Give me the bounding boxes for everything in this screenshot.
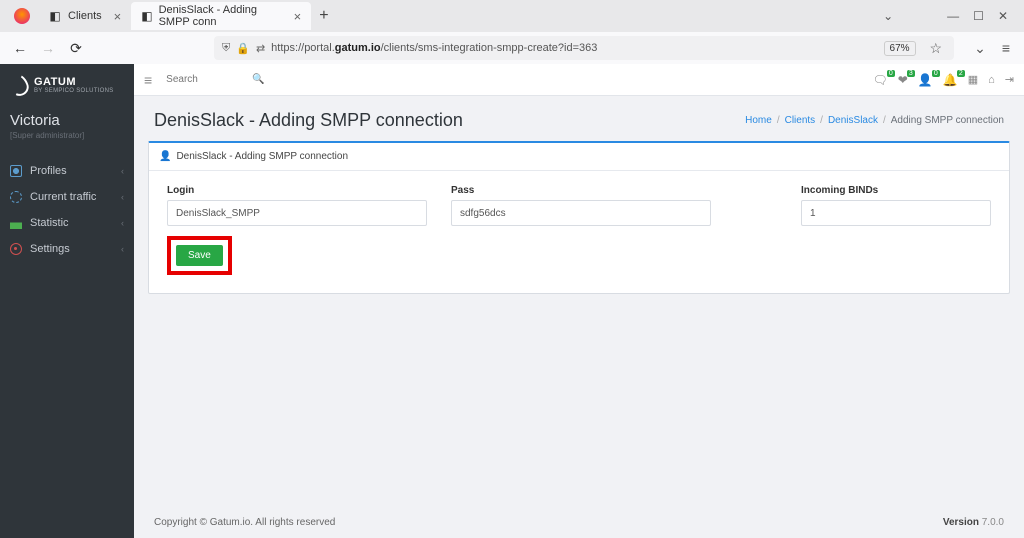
logout-icon[interactable]: ⇥	[1005, 73, 1014, 86]
url-text: https://portal.gatum.io/clients/sms-inte…	[271, 42, 597, 54]
panel-body: Login Pass Incoming BINDs Sa	[149, 171, 1009, 293]
sidebar-item-traffic[interactable]: Current traffic ‹	[0, 184, 134, 210]
version: Version 7.0.0	[943, 517, 1004, 528]
browser-tab-bar: ◧ Clients × ◧ DenisSlack - Adding SMPP c…	[0, 0, 1024, 32]
panel: 👤 DenisSlack - Adding SMPP connection Lo…	[148, 141, 1010, 294]
forward-button: →	[38, 38, 58, 58]
save-highlight: Save	[167, 236, 232, 275]
search-box: 🔍	[160, 71, 270, 88]
notification-icon-d[interactable]: 🔔2	[943, 73, 958, 87]
close-icon[interactable]: ×	[114, 9, 122, 24]
user-role: [Super administrator]	[10, 131, 124, 140]
nav: Profiles ‹ Current traffic ‹ Statistic ‹…	[0, 158, 134, 262]
footer: Copyright © Gatum.io. All rights reserve…	[134, 507, 1024, 538]
crumb-clients[interactable]: Clients	[785, 115, 816, 126]
settings-icon	[10, 243, 22, 255]
menu-toggle-icon[interactable]: ≡	[144, 72, 152, 88]
firefox-icon	[14, 8, 30, 24]
person-icon: 👤	[159, 151, 171, 162]
chevron-left-icon: ‹	[121, 192, 124, 202]
sidebar-item-profiles[interactable]: Profiles ‹	[0, 158, 134, 184]
user-box: Victoria [Super administrator]	[0, 102, 134, 144]
lock-icon: 🔒	[236, 42, 250, 55]
copyright: Copyright © Gatum.io. All rights reserve…	[154, 517, 335, 528]
close-window-button[interactable]: ✕	[998, 9, 1008, 23]
minimize-button[interactable]: —	[947, 9, 959, 23]
menu-icon[interactable]: ≡	[1002, 40, 1010, 56]
save-button[interactable]: Save	[176, 245, 223, 266]
logo: GATUM BY SEMPICO SOLUTIONS	[0, 64, 134, 102]
shield-icon: ⛨	[222, 42, 230, 55]
home-icon[interactable]: ⌂	[988, 74, 995, 86]
page-header: DenisSlack - Adding SMPP connection Home…	[134, 96, 1024, 141]
profiles-icon	[10, 165, 22, 177]
tab-icon: ◧	[48, 9, 62, 23]
binds-input[interactable]	[801, 200, 991, 226]
traffic-icon	[10, 191, 22, 203]
zoom-badge[interactable]: 67%	[884, 41, 916, 56]
tab-label: DenisSlack - Adding SMPP conn	[159, 4, 282, 28]
sidebar-item-settings[interactable]: Settings ‹	[0, 236, 134, 262]
permissions-icon: ⇄	[256, 42, 265, 55]
bookmark-icon[interactable]: ☆	[930, 40, 943, 57]
sidebar: GATUM BY SEMPICO SOLUTIONS Victoria [Sup…	[0, 64, 134, 538]
logo-mark-icon	[7, 72, 31, 99]
notification-icon-c[interactable]: 👤0	[918, 73, 933, 87]
logo-title: GATUM	[34, 76, 114, 88]
sidebar-item-label: Settings	[30, 243, 70, 255]
tab-label: Clients	[68, 10, 102, 22]
search-icon[interactable]: 🔍	[252, 74, 264, 85]
main: ≡ 🔍 🗨0 ❤3 👤0 🔔2 ▦ ⌂ ⇥ DenisSlack - Addi	[134, 64, 1024, 538]
back-button[interactable]: ←	[10, 38, 30, 58]
crumb-sep: /	[883, 115, 886, 126]
pass-input[interactable]	[451, 200, 711, 226]
sidebar-item-label: Current traffic	[30, 191, 96, 203]
page-title: DenisSlack - Adding SMPP connection	[154, 110, 463, 131]
crumb-sep: /	[777, 115, 780, 126]
search-input[interactable]	[166, 74, 246, 85]
chevron-left-icon: ‹	[121, 218, 124, 228]
login-input[interactable]	[167, 200, 427, 226]
chevron-down-icon[interactable]: ⌄	[883, 9, 893, 23]
sidebar-item-statistic[interactable]: Statistic ‹	[0, 210, 134, 236]
panel-title: DenisSlack - Adding SMPP connection	[176, 151, 348, 162]
url-field[interactable]: ⛨ 🔒 ⇄ https://portal.gatum.io/clients/sm…	[214, 36, 954, 60]
reload-button[interactable]: ⟳	[66, 38, 86, 58]
tab-icon: ◧	[141, 9, 152, 23]
grid-icon[interactable]: ▦	[968, 73, 978, 86]
login-label: Login	[167, 185, 427, 196]
maximize-button[interactable]: ☐	[973, 9, 984, 23]
new-tab-button[interactable]: +	[311, 7, 336, 25]
crumb-sep: /	[820, 115, 823, 126]
panel-head: 👤 DenisSlack - Adding SMPP connection	[149, 143, 1009, 171]
crumb-home[interactable]: Home	[745, 115, 772, 126]
notification-icon-a[interactable]: 🗨0	[873, 73, 888, 87]
notification-icon-b[interactable]: ❤3	[898, 73, 908, 87]
sidebar-item-label: Profiles	[30, 165, 67, 177]
close-icon[interactable]: ×	[294, 9, 302, 24]
chevron-left-icon: ‹	[121, 244, 124, 254]
crumb-dennis[interactable]: DenisSlack	[828, 115, 878, 126]
tab-clients[interactable]: ◧ Clients ×	[38, 2, 131, 30]
user-name: Victoria	[10, 112, 124, 129]
topbar: ≡ 🔍 🗨0 ❤3 👤0 🔔2 ▦ ⌂ ⇥	[134, 64, 1024, 96]
chevron-left-icon: ‹	[121, 166, 124, 176]
pass-label: Pass	[451, 185, 711, 196]
logo-subtitle: BY SEMPICO SOLUTIONS	[34, 88, 114, 94]
crumb-current: Adding SMPP connection	[891, 115, 1004, 126]
statistic-icon	[10, 217, 22, 229]
binds-label: Incoming BINDs	[801, 185, 991, 196]
sidebar-item-label: Statistic	[30, 217, 69, 229]
tab-smpp[interactable]: ◧ DenisSlack - Adding SMPP conn ×	[131, 2, 311, 30]
address-bar: ← → ⟳ ⛨ 🔒 ⇄ https://portal.gatum.io/clie…	[0, 32, 1024, 64]
pocket-icon[interactable]: ⌄	[974, 40, 986, 57]
breadcrumb: Home / Clients / DenisSlack / Adding SMP…	[745, 115, 1004, 126]
